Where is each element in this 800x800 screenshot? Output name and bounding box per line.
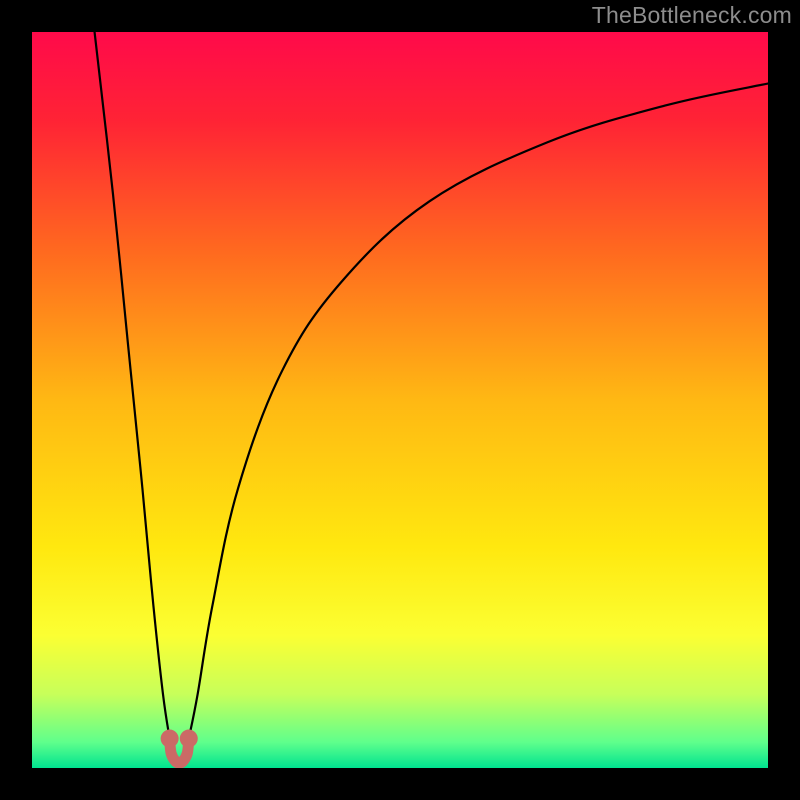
dip-marker-dot-1 xyxy=(180,730,198,748)
bottleneck-curve-chart xyxy=(32,32,768,768)
watermark-text: TheBottleneck.com xyxy=(592,2,792,29)
chart-frame: TheBottleneck.com xyxy=(0,0,800,800)
dip-marker-dot-0 xyxy=(161,730,179,748)
plot-area xyxy=(32,32,768,768)
gradient-background xyxy=(32,32,768,768)
